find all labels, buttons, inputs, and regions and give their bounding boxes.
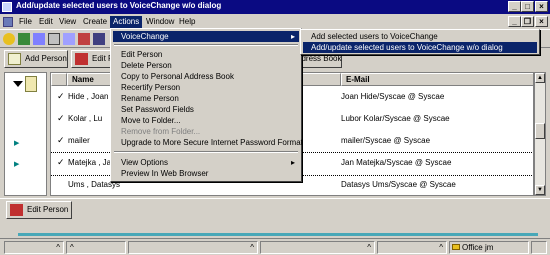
mail-status-icon[interactable] — [531, 241, 547, 254]
menu-item-rename[interactable]: Rename Person — [113, 93, 299, 104]
add-person-button[interactable]: Add Person — [4, 50, 68, 68]
person-name: Kolar , Lu — [68, 114, 103, 123]
menu-item-add-to-voicechange[interactable]: Add selected users to VoiceChange — [303, 31, 537, 42]
menu-separator — [114, 151, 298, 153]
status-panel[interactable]: ^ — [4, 241, 64, 254]
search-icon[interactable] — [63, 33, 75, 45]
pencil-icon — [75, 53, 88, 65]
check-icon: ✓ — [57, 157, 65, 167]
menu-file[interactable]: File — [16, 16, 35, 28]
address-book-label: ddress Book — [297, 54, 342, 63]
submenu-arrow-icon: ▸ — [290, 158, 295, 167]
inner-restore-button[interactable]: ❐ — [521, 16, 534, 27]
check-icon: ✓ — [57, 113, 65, 123]
person-icon — [8, 53, 21, 65]
close-button[interactable]: × — [535, 1, 548, 12]
bottom-edit-person-button[interactable]: Edit Person — [6, 201, 72, 219]
check-icon: ✓ — [57, 91, 65, 101]
pencil-icon — [10, 204, 23, 216]
print-icon[interactable] — [93, 33, 105, 45]
preview-divider[interactable] — [18, 233, 538, 236]
inner-minimize-button[interactable]: _ — [508, 16, 521, 27]
person-email: Datasys Ums/Syscae @ Syscae — [341, 180, 456, 189]
navigate-icon[interactable] — [48, 33, 60, 45]
app-window: Add/update selected users to VoiceChange… — [0, 0, 550, 255]
bottom-action-bar: Edit Person — [0, 198, 550, 224]
menu-view[interactable]: View — [56, 16, 79, 28]
menu-item-upgrade-password[interactable]: Upgrade to More Secure Internet Password… — [113, 137, 303, 148]
scroll-thumb[interactable] — [535, 123, 545, 139]
collapse-arrow-icon[interactable] — [13, 81, 23, 87]
menu-bar: File Edit View Create Actions Window Hel… — [0, 15, 550, 29]
menu-window[interactable]: Window — [143, 16, 177, 28]
address-book-icon — [25, 76, 37, 92]
person-email: Joan Hide/Syscae @ Syscae — [341, 92, 445, 101]
window-title: Add/update selected users to VoiceChange… — [16, 1, 222, 10]
column-check-header[interactable] — [51, 73, 67, 86]
voicechange-submenu: Add selected users to VoiceChange Add/up… — [300, 29, 540, 55]
menu-actions[interactable]: Actions — [110, 16, 143, 28]
person-name: mailer — [68, 136, 90, 145]
menu-item-set-password[interactable]: Set Password Fields — [113, 104, 299, 115]
mail-icon[interactable] — [78, 33, 90, 45]
menu-item-delete-person[interactable]: Delete Person — [113, 60, 299, 71]
document-icon[interactable] — [3, 17, 13, 27]
person-email: Lubor Kolar/Syscae @ Syscae — [341, 114, 450, 123]
app-icon — [2, 2, 12, 12]
person-name: Matejka , Jar — [68, 158, 114, 167]
inner-close-button[interactable]: × — [535, 16, 548, 27]
menu-item-add-update-no-dialog[interactable]: Add/update selected users to VoiceChange… — [303, 42, 537, 53]
menu-item-view-options[interactable]: View Options ▸ — [113, 157, 299, 168]
expand-arrow-icon[interactable]: ▶ — [14, 160, 19, 168]
maximize-button[interactable]: □ — [521, 1, 534, 12]
menu-edit[interactable]: Edit — [36, 16, 56, 28]
edit-person-button[interactable]: Edit P — [71, 50, 113, 68]
edit-icon[interactable] — [18, 33, 30, 45]
menu-item-remove-from-folder: Remove from Folder... — [121, 127, 201, 136]
status-panel[interactable]: ^ — [66, 241, 126, 254]
menu-item-preview-web[interactable]: Preview In Web Browser — [113, 168, 299, 179]
navigator-pane[interactable]: ▶ ▶ — [4, 72, 47, 196]
status-bar: ^ ^ ^ ^ ^ Office jm — [0, 238, 550, 255]
menu-item-move-to-folder[interactable]: Move to Folder... — [113, 115, 299, 126]
title-bar: Add/update selected users to VoiceChange… — [0, 0, 550, 14]
menu-item-edit-person[interactable]: Edit Person — [113, 49, 299, 60]
person-name: Hide , Joan — [68, 92, 109, 101]
column-email-header[interactable]: E-Mail — [341, 73, 533, 86]
person-email: mailer/Syscae @ Syscae — [341, 136, 431, 145]
minimize-button[interactable]: _ — [508, 1, 521, 12]
location-panel[interactable]: Office jm — [449, 241, 529, 254]
menu-item-label: View Options — [121, 158, 168, 167]
location-icon — [452, 244, 460, 250]
bottom-edit-person-label: Edit Person — [27, 205, 69, 214]
menu-create[interactable]: Create — [80, 16, 110, 28]
status-panel[interactable]: ^ — [377, 241, 447, 254]
menu-item-voicechange[interactable]: VoiceChange ▸ — [113, 31, 299, 42]
menu-item-label: VoiceChange — [121, 32, 169, 41]
expand-arrow-icon[interactable]: ▶ — [14, 139, 19, 147]
status-panel[interactable]: ^ — [260, 241, 375, 254]
menu-help[interactable]: Help — [176, 16, 198, 28]
location-label: Office jm — [462, 243, 494, 252]
scroll-down-icon[interactable]: ▼ — [535, 185, 545, 195]
menu-item-copy-to-pab[interactable]: Copy to Personal Address Book — [113, 71, 299, 82]
menu-separator — [114, 44, 298, 46]
check-icon: ✓ — [57, 135, 65, 145]
refresh-icon[interactable] — [33, 33, 45, 45]
submenu-arrow-icon: ▸ — [290, 32, 295, 41]
actions-menu: VoiceChange ▸ Edit Person Delete Person … — [110, 28, 303, 182]
add-person-label: Add Person — [25, 54, 67, 63]
menu-item-recertify[interactable]: Recertify Person — [113, 82, 299, 93]
scroll-up-icon[interactable]: ▲ — [535, 73, 545, 83]
smart-icon[interactable] — [3, 33, 15, 45]
status-panel[interactable]: ^ — [128, 241, 258, 254]
vertical-scrollbar[interactable]: ▲ ▼ — [534, 72, 546, 196]
person-email: Jan Matejka/Syscae @ Syscae — [341, 158, 452, 167]
